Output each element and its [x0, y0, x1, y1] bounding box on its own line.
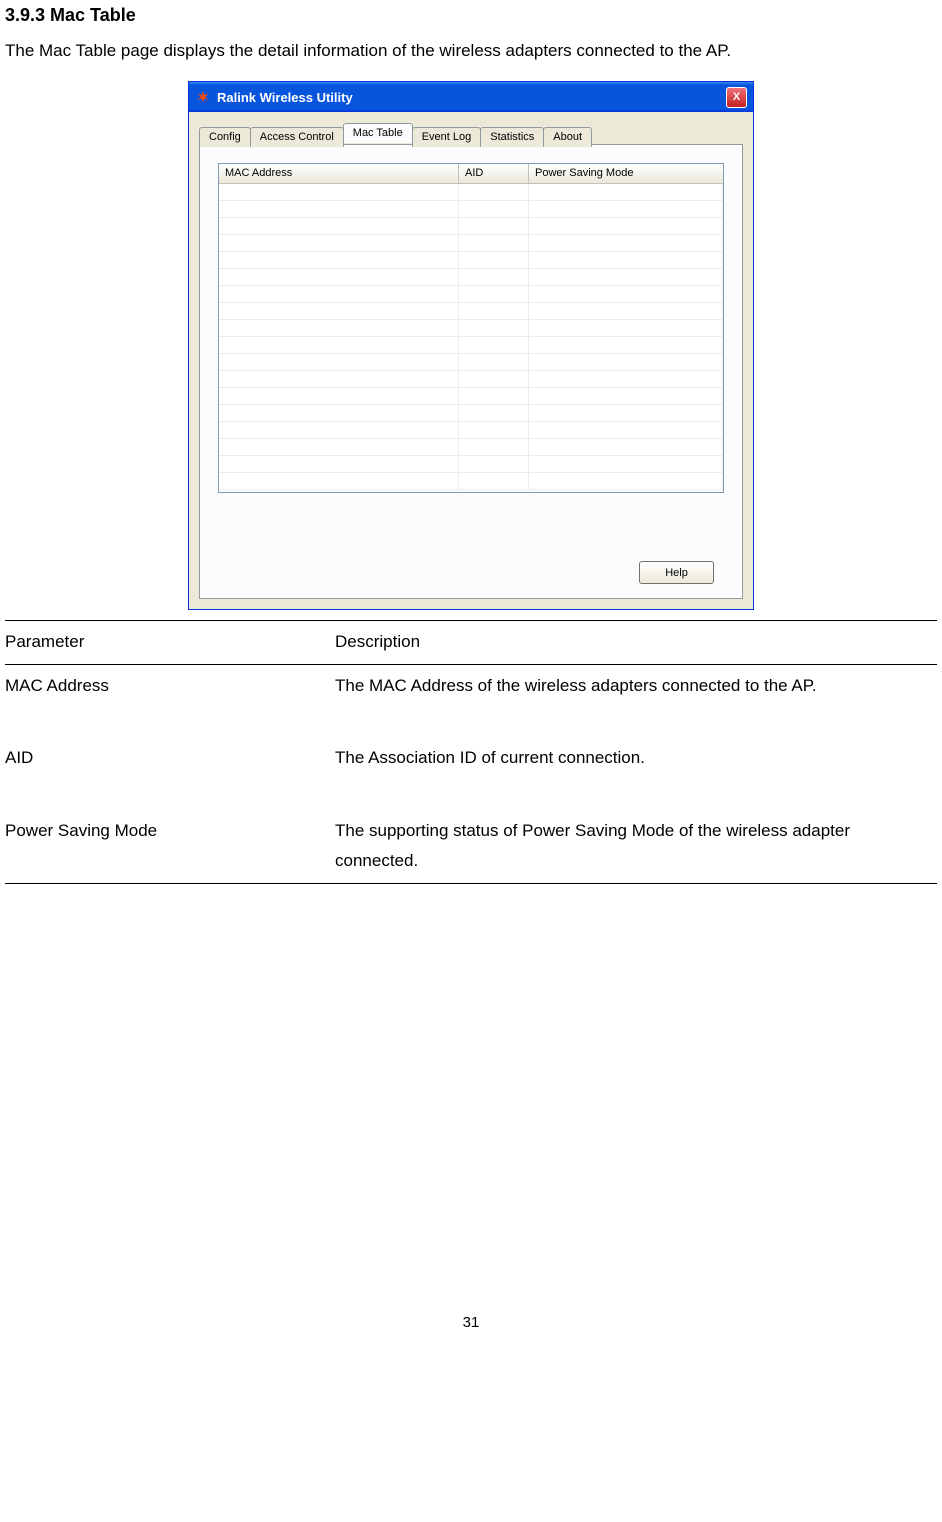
tab-access-control[interactable]: Access Control: [250, 127, 344, 147]
table-row: [219, 269, 723, 286]
table-row: [219, 201, 723, 218]
table-row: [219, 320, 723, 337]
page-number: 31: [5, 1314, 937, 1331]
table-row: [219, 252, 723, 269]
table-row: [219, 439, 723, 456]
window-title: Ralink Wireless Utility: [217, 90, 726, 105]
mac-table-listview[interactable]: MAC Address AID Power Saving Mode: [218, 163, 724, 493]
dialog-window: ✶ Ralink Wireless Utility X Config Acces…: [188, 81, 754, 610]
dialog-bottom-bar: Help: [218, 493, 724, 584]
column-header-power-saving-mode[interactable]: Power Saving Mode: [529, 164, 723, 183]
close-button[interactable]: X: [726, 87, 747, 108]
tab-statistics[interactable]: Statistics: [480, 127, 544, 147]
table-row: [219, 235, 723, 252]
param-name-mac-address: MAC Address: [5, 665, 335, 708]
screenshot-wrapper: ✶ Ralink Wireless Utility X Config Acces…: [5, 81, 937, 610]
dialog-body: Config Access Control Mac Table Event Lo…: [189, 112, 753, 609]
param-header-description: Description: [335, 621, 937, 664]
table-row: [219, 337, 723, 354]
listview-header: MAC Address AID Power Saving Mode: [219, 164, 723, 184]
table-row: [219, 473, 723, 490]
table-row: [219, 354, 723, 371]
tab-event-log[interactable]: Event Log: [412, 127, 482, 147]
table-row: [219, 405, 723, 422]
table-row: [219, 422, 723, 439]
tab-about[interactable]: About: [543, 127, 592, 147]
intro-text: The Mac Table page displays the detail i…: [5, 41, 937, 61]
table-row: [219, 184, 723, 201]
table-row: [219, 388, 723, 405]
tab-content: MAC Address AID Power Saving Mode: [199, 144, 743, 599]
app-icon: ✶: [195, 89, 211, 105]
param-desc-mac-address: The MAC Address of the wireless adapters…: [335, 665, 937, 708]
titlebar[interactable]: ✶ Ralink Wireless Utility X: [189, 82, 753, 112]
column-header-aid[interactable]: AID: [459, 164, 529, 183]
help-button[interactable]: Help: [639, 561, 714, 584]
table-row: [219, 286, 723, 303]
tab-strip: Config Access Control Mac Table Event Lo…: [199, 125, 743, 145]
parameter-table: Parameter Description MAC Address The MA…: [5, 620, 937, 884]
table-row: [219, 456, 723, 473]
tab-config[interactable]: Config: [199, 127, 251, 147]
column-header-mac-address[interactable]: MAC Address: [219, 164, 459, 183]
param-desc-power-saving-mode: The supporting status of Power Saving Mo…: [335, 810, 937, 884]
param-name-aid: AID: [5, 737, 335, 780]
tab-mac-table[interactable]: Mac Table: [343, 123, 413, 143]
table-row: [219, 218, 723, 235]
param-desc-aid: The Association ID of current connection…: [335, 737, 937, 780]
param-name-power-saving-mode: Power Saving Mode: [5, 810, 335, 884]
section-heading: 3.9.3 Mac Table: [5, 5, 937, 26]
close-icon: X: [733, 91, 740, 103]
param-header-parameter: Parameter: [5, 621, 335, 664]
table-row: [219, 371, 723, 388]
table-row: [219, 303, 723, 320]
listview-rows: [219, 184, 723, 490]
